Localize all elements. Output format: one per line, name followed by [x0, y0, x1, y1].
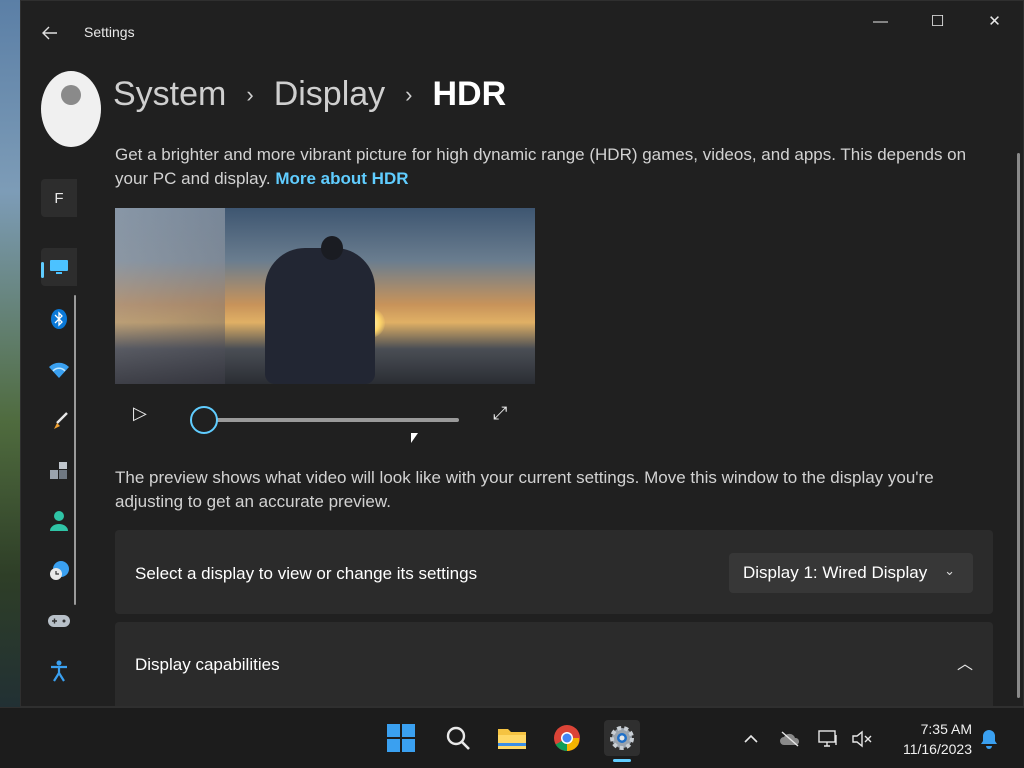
play-icon: ▷	[133, 403, 147, 423]
person-icon	[50, 511, 68, 531]
onedrive-tray-button[interactable]	[779, 728, 801, 750]
close-button[interactable]: ✕	[966, 1, 1023, 41]
folder-icon	[498, 729, 526, 749]
clock-globe-icon	[50, 561, 69, 580]
display-dropdown[interactable]: Display 1: Wired Display ⌄	[729, 553, 973, 593]
seek-bar[interactable]	[205, 418, 459, 422]
content-scrollbar[interactable]	[1017, 153, 1020, 698]
accessibility-icon	[51, 660, 67, 682]
hdr-description: Get a brighter and more vibrant picture …	[115, 143, 995, 191]
network-monitor-icon	[818, 730, 837, 747]
active-app-indicator	[613, 759, 631, 762]
hdr-preview-video[interactable]	[115, 208, 535, 384]
gamepad-icon	[48, 615, 70, 627]
sidebar-item-time-language[interactable]	[41, 552, 77, 590]
minimize-button[interactable]: —	[852, 1, 909, 41]
breadcrumb-separator-icon: ›	[405, 81, 413, 107]
notifications-button[interactable]	[978, 728, 1000, 750]
bell-icon	[981, 730, 997, 749]
taskbar-clock[interactable]: 7:35 AM 11/16/2023	[886, 719, 972, 759]
clock-time: 7:35 AM	[920, 721, 972, 737]
chevron-up-icon	[744, 734, 758, 743]
main-content: System › Display › HDR Get a brighter an…	[77, 63, 1023, 706]
display-capabilities-label: Display capabilities	[135, 655, 280, 674]
clock-date: 11/16/2023	[902, 741, 972, 757]
app-title: Settings	[84, 24, 135, 40]
select-display-card: Select a display to view or change its s…	[115, 530, 993, 614]
breadcrumb-system[interactable]: System	[113, 75, 226, 114]
back-button[interactable]	[35, 19, 65, 47]
network-tray-button[interactable]	[818, 728, 840, 750]
play-button[interactable]: ▷	[133, 403, 157, 427]
preview-note: The preview shows what video will look l…	[115, 468, 934, 511]
chevron-up-icon[interactable]: ︿	[957, 650, 973, 674]
chrome-button[interactable]	[549, 720, 585, 756]
video-player-controls: ▷ ⤢	[115, 393, 535, 439]
sidebar-item-bluetooth[interactable]	[41, 300, 77, 338]
file-explorer-button[interactable]	[494, 720, 530, 756]
find-setting-input[interactable]: F	[41, 179, 77, 217]
maximize-button[interactable]: ☐	[909, 1, 966, 41]
windows-logo-icon	[387, 724, 415, 752]
fullscreen-button[interactable]: ⤢	[493, 403, 517, 427]
back-arrow-icon	[42, 26, 57, 40]
more-about-hdr-link[interactable]: More about HDR	[275, 169, 408, 188]
apps-icon	[50, 462, 67, 479]
title-bar: Settings — ☐ ✕	[21, 1, 1023, 63]
settings-window: Settings — ☐ ✕ F System › Display › HDR …	[20, 0, 1024, 707]
breadcrumb-separator-icon: ›	[246, 81, 254, 107]
nav-active-indicator	[41, 262, 44, 278]
sidebar-item-accounts[interactable]	[41, 502, 77, 540]
sidebar-item-apps[interactable]	[41, 452, 77, 490]
page-title: HDR	[432, 75, 507, 113]
sidebar-item-personalization[interactable]	[41, 402, 77, 440]
bluetooth-icon	[51, 309, 67, 329]
display-dropdown-value: Display 1: Wired Display	[743, 563, 928, 582]
gear-icon	[610, 726, 634, 750]
start-button[interactable]	[383, 720, 419, 756]
breadcrumb-display[interactable]: Display	[274, 75, 385, 114]
mouse-cursor-icon	[411, 433, 418, 443]
window-controls: — ☐ ✕	[852, 1, 1023, 41]
nav-scrollbar[interactable]	[74, 295, 76, 605]
chevron-down-icon: ⌄	[944, 563, 955, 578]
chrome-icon	[554, 725, 580, 752]
fullscreen-icon: ⤢	[493, 403, 508, 423]
seek-thumb[interactable]	[190, 406, 218, 434]
wifi-icon	[49, 362, 69, 378]
description-text: Get a brighter and more vibrant picture …	[115, 145, 967, 188]
person-silhouette-image	[265, 248, 375, 384]
breadcrumb: System › Display › HDR	[113, 75, 506, 114]
select-display-label: Select a display to view or change its s…	[135, 564, 478, 583]
brush-icon	[54, 412, 68, 429]
cloud-offline-icon	[780, 731, 800, 747]
find-input-text: F	[54, 189, 64, 207]
taskbar: 7:35 AM 11/16/2023	[0, 707, 1024, 768]
volume-muted-icon	[852, 730, 872, 748]
monitor-icon	[50, 260, 68, 274]
person-head-image	[321, 236, 343, 260]
search-icon	[446, 726, 470, 750]
sidebar-item-gaming[interactable]	[41, 602, 77, 640]
volume-tray-button[interactable]	[851, 728, 873, 750]
display-capabilities-card[interactable]: Display capabilities ︿	[115, 622, 993, 706]
ship-railing-image	[115, 208, 225, 384]
show-hidden-icons-button[interactable]	[740, 728, 762, 750]
search-button[interactable]	[440, 720, 476, 756]
settings-taskbar-button[interactable]	[604, 720, 640, 756]
sidebar-item-network[interactable]	[41, 351, 77, 389]
sidebar-item-system[interactable]	[41, 248, 77, 286]
nav-sidebar: F	[21, 63, 101, 706]
sidebar-item-accessibility[interactable]	[41, 652, 77, 690]
